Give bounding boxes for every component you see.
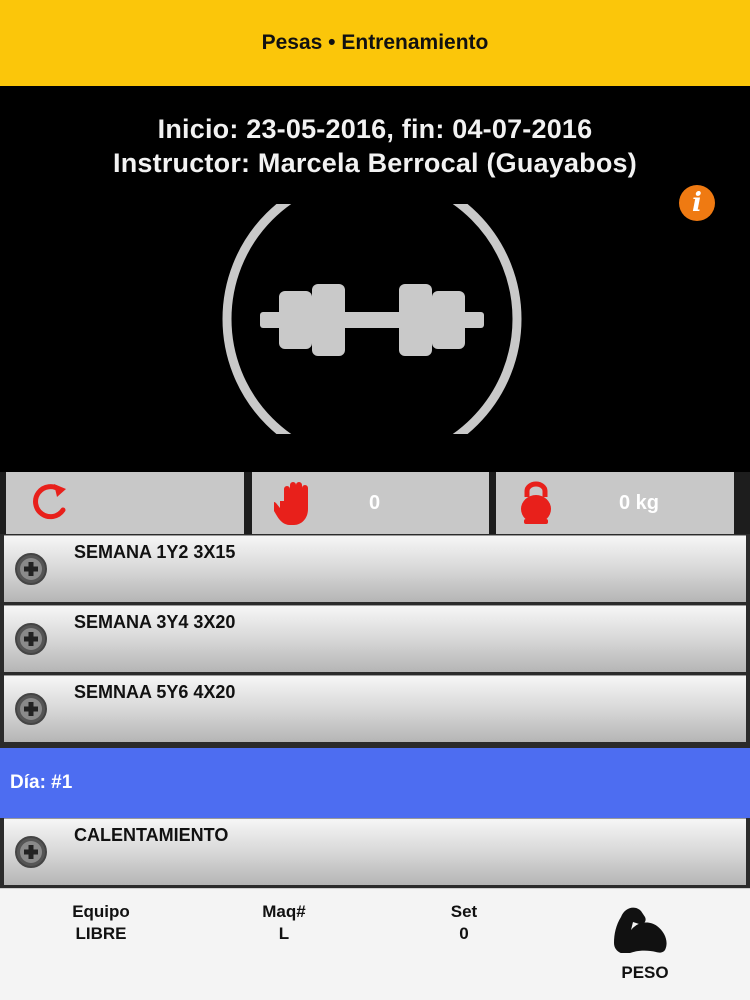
week-item-3[interactable]: SEMNAA 5Y6 4X20 bbox=[4, 675, 746, 742]
equipo-field: Equipo LIBRE bbox=[31, 901, 171, 945]
peso-button[interactable]: PESO bbox=[590, 899, 700, 989]
set-value: 0 bbox=[459, 924, 469, 943]
exercise-footer: Equipo LIBRE Maq# L Set 0 PESO bbox=[0, 888, 750, 1000]
maq-value: L bbox=[278, 924, 290, 943]
plus-circle-icon bbox=[15, 553, 47, 585]
dumbbell-emblem bbox=[222, 169, 522, 469]
week-item-label: SEMNAA 5Y6 4X20 bbox=[74, 682, 236, 702]
set-label: Set bbox=[450, 902, 478, 921]
reps-stat: 0 bbox=[252, 472, 489, 534]
app-screen: Pesas • Entrenamiento Inicio: 23-05-2016… bbox=[0, 0, 750, 1000]
reps-value: 0 bbox=[369, 491, 381, 514]
peso-label: PESO bbox=[621, 963, 669, 982]
flexed-bicep-icon bbox=[614, 907, 667, 953]
app-title: Pesas • Entrenamiento bbox=[261, 31, 489, 54]
program-hero: Inicio: 23-05-2016, fin: 04-07-2016 Inst… bbox=[0, 86, 750, 472]
week-item-label: SEMANA 3Y4 3X20 bbox=[74, 612, 236, 632]
maq-field: Maq# L bbox=[214, 901, 354, 945]
week-item-1[interactable]: SEMANA 1Y2 3X15 bbox=[4, 535, 746, 602]
day-header: Día: #1 bbox=[0, 748, 750, 818]
weight-stat: 0 kg bbox=[496, 472, 734, 534]
info-icon: i bbox=[679, 185, 715, 221]
program-instructor: Instructor: Marcela Berrocal (Guayabos) bbox=[113, 148, 637, 178]
kettlebell-icon bbox=[521, 481, 551, 524]
week-item-2[interactable]: SEMANA 3Y4 3X20 bbox=[4, 605, 746, 672]
hand-icon bbox=[274, 482, 308, 525]
repeat-icon bbox=[33, 484, 66, 520]
weight-value: 0 kg bbox=[619, 491, 660, 514]
equipo-label: Equipo bbox=[72, 902, 130, 921]
plus-circle-icon bbox=[15, 693, 47, 725]
stats-bar: 0 0 kg bbox=[0, 472, 750, 534]
repeat-stat[interactable] bbox=[6, 472, 244, 534]
set-field: Set 0 bbox=[394, 901, 534, 945]
info-button[interactable]: i bbox=[672, 184, 722, 222]
plus-circle-icon bbox=[15, 623, 47, 655]
day-label: Día: #1 bbox=[10, 772, 73, 793]
exercise-item[interactable]: CALENTAMIENTO bbox=[4, 818, 746, 885]
exercise-item-label: CALENTAMIENTO bbox=[74, 825, 229, 845]
plus-circle-icon bbox=[15, 836, 47, 868]
dumbbell-icon bbox=[222, 169, 522, 469]
program-dates: Inicio: 23-05-2016, fin: 04-07-2016 bbox=[157, 114, 593, 144]
app-header: Pesas • Entrenamiento bbox=[0, 0, 750, 86]
week-item-label: SEMANA 1Y2 3X15 bbox=[74, 542, 236, 562]
maq-label: Maq# bbox=[262, 902, 306, 921]
equipo-value: LIBRE bbox=[75, 924, 127, 943]
